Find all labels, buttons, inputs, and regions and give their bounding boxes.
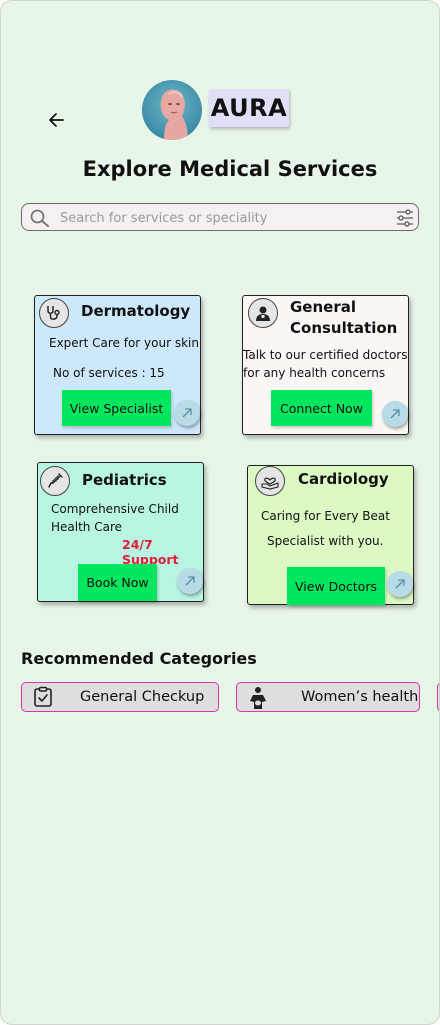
clipboard-check-icon (34, 686, 52, 707)
stethoscope-icon (39, 298, 69, 328)
search-input[interactable] (58, 206, 382, 230)
avatar (142, 80, 202, 140)
card-text-line1: Comprehensive Child (51, 502, 179, 516)
card-text-line2: Specialist with you. (267, 534, 384, 548)
arrow-up-right-icon (395, 579, 405, 589)
search-icon (30, 209, 49, 227)
card-info: No of services : 15 (53, 366, 165, 380)
card-title: Pediatrics (82, 471, 167, 489)
service-card-general-consultation[interactable]: General Consultation Talk to our certifi… (242, 295, 409, 435)
service-card-pediatrics[interactable]: Pediatrics Comprehensive Child Health Ca… (37, 462, 204, 602)
connect-now-button[interactable]: Connect Now (271, 390, 372, 426)
card-text-line2: Health Care (51, 520, 123, 534)
brand-logo: AURA (209, 89, 289, 127)
book-now-button[interactable]: Book Now (78, 564, 157, 601)
arrow-up-right-icon (182, 408, 192, 418)
view-doctors-button[interactable]: View Doctors (287, 567, 385, 605)
arrow-up-right-icon (390, 409, 400, 419)
page-title: Explore Medical Services (82, 157, 378, 181)
open-card-button[interactable] (382, 401, 408, 427)
card-text-line1: Talk to our certified doctors (243, 348, 408, 362)
search-bar (21, 203, 419, 231)
app-screen: AURA Explore Medical Services Dermatolog… (0, 0, 440, 1025)
service-card-dermatology[interactable]: Dermatology Expert Care for your skin No… (34, 295, 201, 435)
arrow-up-right-icon (185, 576, 195, 586)
card-text-line1: Caring for Every Beat (261, 509, 390, 523)
filter-sliders-icon[interactable] (396, 209, 414, 227)
service-card-cardiology[interactable]: Cardiology Caring for Every Beat Special… (247, 465, 414, 605)
card-subtitle: Expert Care for your skin (49, 336, 199, 350)
open-card-button[interactable] (387, 571, 413, 597)
card-text-line2: for any health concerns (243, 366, 386, 380)
support-badge: 24/7 Support (122, 537, 179, 567)
category-chip-general-checkup[interactable]: General Checkup (21, 682, 219, 712)
pregnant-woman-icon (250, 687, 266, 709)
category-chip-womens-health[interactable]: Women’s health (236, 682, 420, 712)
recommended-categories-heading: Recommended Categories (21, 649, 257, 668)
heart-hand-icon (255, 466, 285, 496)
doctor-icon (248, 298, 278, 328)
open-card-button[interactable] (177, 568, 203, 594)
open-card-button[interactable] (174, 400, 200, 426)
card-title: Cardiology (298, 470, 389, 488)
back-button[interactable] (45, 107, 71, 133)
card-title-line2: Consultation (290, 319, 398, 337)
view-specialist-button[interactable]: View Specialist (62, 390, 171, 426)
card-title-line1: General (290, 298, 356, 316)
category-label: General Checkup (80, 689, 205, 705)
syringe-icon (40, 466, 70, 496)
category-label: Women’s health (301, 689, 419, 705)
card-title: Dermatology (81, 302, 191, 320)
arrow-left-icon (49, 113, 64, 127)
